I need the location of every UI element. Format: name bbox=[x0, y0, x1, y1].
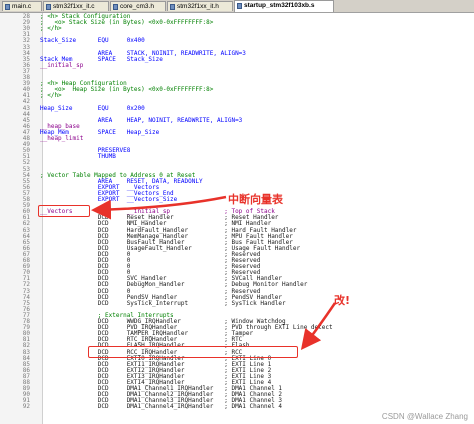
editor-tab-bar: main.c stm32f1xx_it.c core_cm3.h stm32f1… bbox=[0, 0, 474, 13]
tab-label: stm32f1xx_it.h bbox=[177, 3, 219, 10]
asm-file-icon bbox=[237, 3, 242, 9]
tab-label: main.c bbox=[12, 3, 32, 10]
c-file-icon bbox=[46, 4, 51, 10]
c-file-icon bbox=[5, 4, 10, 10]
code-editor[interactable]: 28; <h> Stack Configuration 29; <o> Stack… bbox=[0, 13, 474, 424]
tab-label: stm32f1xx_it.c bbox=[53, 3, 95, 10]
watermark: CSDN @Wallace Zhang bbox=[381, 412, 468, 421]
h-file-icon bbox=[113, 4, 118, 10]
tab-core-cm3-h[interactable]: core_cm3.h bbox=[110, 1, 166, 11]
tab-stm32f1xx-it-h[interactable]: stm32f1xx_it.h bbox=[167, 1, 233, 11]
vector-table-annotation: 中断向量表 bbox=[228, 193, 283, 206]
tab-startup-stm32f103xb-s[interactable]: startup_stm32f103xb.s bbox=[234, 0, 334, 12]
tab-label: core_cm3.h bbox=[120, 3, 154, 10]
tab-label: startup_stm32f103xb.s bbox=[244, 2, 315, 9]
systick-arrow bbox=[300, 302, 337, 350]
h-file-icon bbox=[170, 4, 175, 10]
tab-stm32f1xx-it-c[interactable]: stm32f1xx_it.c bbox=[43, 1, 109, 11]
annotation-arrows bbox=[91, 195, 337, 350]
tab-main-c[interactable]: main.c bbox=[2, 1, 42, 11]
vectors-arrow bbox=[91, 195, 227, 220]
change-annotation: 改! bbox=[334, 294, 351, 307]
